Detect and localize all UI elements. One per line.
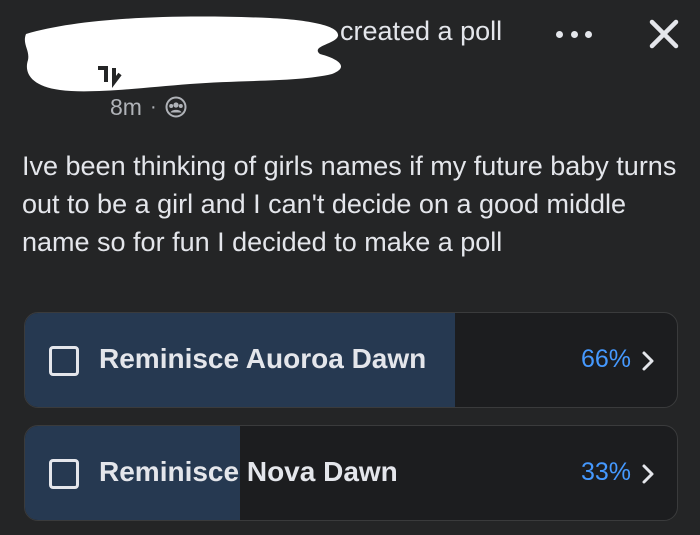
chevron-right-icon[interactable] xyxy=(641,463,655,485)
more-dots-icon xyxy=(556,30,563,38)
post-meta: 8m · xyxy=(110,92,187,122)
poll-option-2[interactable]: Reminisce Nova Dawn 33% xyxy=(24,425,678,521)
chevron-right-icon[interactable] xyxy=(641,350,655,372)
author-name-redacted xyxy=(20,10,350,96)
close-icon xyxy=(649,19,679,49)
more-dots-icon-dot xyxy=(570,30,578,38)
poll-option-1-label: Reminisce Auoroa Dawn xyxy=(99,343,427,374)
friends-icon[interactable] xyxy=(165,96,187,118)
close-button[interactable] xyxy=(644,14,684,54)
created-poll-text: created a poll xyxy=(340,16,503,46)
post-text: Ive been thinking of girls names if my f… xyxy=(22,151,677,257)
post-timestamp[interactable]: 8m xyxy=(110,94,142,121)
meta-separator: · xyxy=(149,95,157,118)
more-dots-icon-dot xyxy=(585,30,592,38)
more-options-button[interactable] xyxy=(556,22,592,46)
poll-option-2-percent: 33% xyxy=(580,458,631,486)
poll-post: created a poll 8m · Ive been thinking of… xyxy=(0,0,700,535)
poll-option-2-checkbox[interactable] xyxy=(49,459,79,489)
poll-option-2-label: Reminisce Nova Dawn xyxy=(99,456,398,487)
poll-option-1-checkbox[interactable] xyxy=(49,346,79,376)
poll-option-1-percent: 66% xyxy=(580,345,631,373)
poll-option-1[interactable]: Reminisce Auoroa Dawn 66% xyxy=(24,312,678,408)
